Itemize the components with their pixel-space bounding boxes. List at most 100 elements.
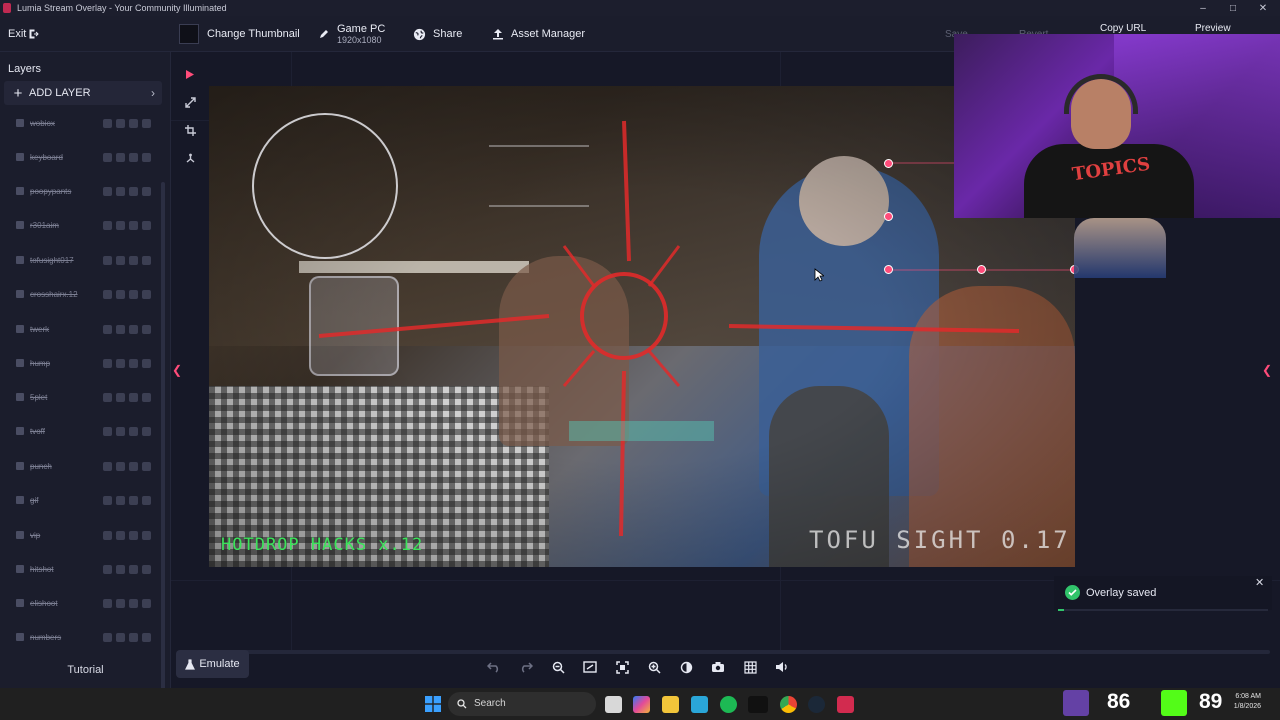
tutorial-link[interactable]: Tutorial — [0, 664, 171, 676]
task-view-icon[interactable] — [605, 696, 622, 713]
delete-icon[interactable] — [142, 290, 151, 299]
camera-icon[interactable] — [702, 652, 734, 682]
twitch-icon[interactable] — [1063, 690, 1089, 716]
zoom-in-icon[interactable] — [638, 652, 670, 682]
steam-icon[interactable] — [808, 696, 825, 713]
layer-row[interactable]: twerk — [0, 314, 160, 344]
layers-scrollbar[interactable] — [161, 182, 165, 702]
overlay-character-image[interactable] — [1074, 218, 1166, 278]
delete-icon[interactable] — [142, 359, 151, 368]
duplicate-icon[interactable] — [129, 393, 138, 402]
lock-icon[interactable] — [116, 393, 125, 402]
layer-row[interactable]: 5plet — [0, 382, 160, 412]
duplicate-icon[interactable] — [129, 187, 138, 196]
visibility-icon[interactable] — [103, 221, 112, 230]
visibility-icon[interactable] — [103, 496, 112, 505]
delete-icon[interactable] — [142, 565, 151, 574]
layer-row[interactable]: r301aim — [0, 210, 160, 240]
lock-icon[interactable] — [116, 119, 125, 128]
duplicate-icon[interactable] — [129, 290, 138, 299]
visibility-icon[interactable] — [103, 187, 112, 196]
resize-handle[interactable] — [977, 265, 986, 274]
contrast-icon[interactable] — [670, 652, 702, 682]
delete-icon[interactable] — [142, 256, 151, 265]
lock-icon[interactable] — [116, 427, 125, 436]
taskbar-search[interactable]: Search — [448, 692, 596, 716]
delete-icon[interactable] — [142, 153, 151, 162]
volume-icon[interactable] — [766, 652, 798, 682]
duplicate-icon[interactable] — [129, 496, 138, 505]
visibility-icon[interactable] — [103, 325, 112, 334]
lock-icon[interactable] — [116, 325, 125, 334]
visibility-icon[interactable] — [103, 119, 112, 128]
duplicate-icon[interactable] — [129, 119, 138, 128]
duplicate-icon[interactable] — [129, 462, 138, 471]
visibility-icon[interactable] — [103, 427, 112, 436]
chrome-icon[interactable] — [780, 696, 797, 713]
delete-icon[interactable] — [142, 462, 151, 471]
delete-icon[interactable] — [142, 599, 151, 608]
layer-row[interactable]: hitshot — [0, 554, 160, 584]
add-layer-button[interactable]: + ADD LAYER › — [4, 81, 162, 105]
duplicate-icon[interactable] — [129, 325, 138, 334]
file-explorer-icon[interactable] — [662, 696, 679, 713]
lock-icon[interactable] — [116, 633, 125, 642]
duplicate-icon[interactable] — [129, 599, 138, 608]
delete-icon[interactable] — [142, 393, 151, 402]
resize-handle[interactable] — [884, 212, 893, 221]
lumia-taskbar-icon[interactable] — [837, 696, 854, 713]
close-window-icon[interactable]: ✕ — [1248, 0, 1278, 16]
duplicate-icon[interactable] — [129, 531, 138, 540]
layer-row[interactable]: tvoff — [0, 416, 160, 446]
crop-icon[interactable] — [181, 121, 199, 139]
delete-icon[interactable] — [142, 496, 151, 505]
notepad-icon[interactable] — [691, 696, 708, 713]
lock-icon[interactable] — [116, 153, 125, 162]
resize-handle[interactable] — [884, 159, 893, 168]
layer-row[interactable]: hump — [0, 348, 160, 378]
duplicate-icon[interactable] — [129, 153, 138, 162]
select-pointer-icon[interactable] — [181, 65, 199, 83]
delete-icon[interactable] — [142, 119, 151, 128]
redo-icon[interactable] — [510, 652, 542, 682]
windows-start-icon[interactable] — [425, 696, 441, 712]
asset-manager-button[interactable]: Asset Manager — [492, 16, 585, 52]
spotify-icon[interactable] — [720, 696, 737, 713]
visibility-icon[interactable] — [103, 565, 112, 574]
duplicate-icon[interactable] — [129, 221, 138, 230]
lock-icon[interactable] — [116, 187, 125, 196]
lock-icon[interactable] — [116, 359, 125, 368]
lock-icon[interactable] — [116, 462, 125, 471]
layer-row[interactable]: punch — [0, 451, 160, 481]
layer-row[interactable]: vip — [0, 520, 160, 550]
layer-row[interactable]: tofusight017 — [0, 245, 160, 275]
layer-row[interactable]: crosshairx.12 — [0, 279, 160, 309]
emulate-button[interactable]: Emulate — [176, 650, 249, 678]
duplicate-icon[interactable] — [129, 359, 138, 368]
lock-icon[interactable] — [116, 221, 125, 230]
visibility-icon[interactable] — [103, 531, 112, 540]
duplicate-icon[interactable] — [129, 633, 138, 642]
undo-icon[interactable] — [478, 652, 510, 682]
system-clock[interactable]: 6:08 AM 1/8/2026 — [1225, 692, 1261, 712]
webcam-feed[interactable]: TOPICS — [954, 34, 1280, 218]
layer-row[interactable]: numbers — [0, 622, 160, 652]
duplicate-icon[interactable] — [129, 565, 138, 574]
game-pc-button[interactable]: Game PC 1920x1080 — [318, 16, 385, 52]
lock-icon[interactable] — [116, 531, 125, 540]
share-button[interactable]: Share — [413, 16, 462, 52]
layer-row[interactable]: elishoot — [0, 588, 160, 618]
layer-row[interactable]: wobiox — [0, 112, 160, 138]
visibility-icon[interactable] — [103, 359, 112, 368]
lock-icon[interactable] — [116, 565, 125, 574]
visibility-icon[interactable] — [103, 153, 112, 162]
grid-icon[interactable] — [734, 652, 766, 682]
visibility-icon[interactable] — [103, 393, 112, 402]
fit-screen-icon[interactable] — [574, 652, 606, 682]
layer-row[interactable]: gif — [0, 485, 160, 515]
anchor-point-icon[interactable] — [181, 149, 199, 167]
change-thumbnail-button[interactable]: Change Thumbnail — [179, 16, 300, 52]
lock-icon[interactable] — [116, 290, 125, 299]
visibility-icon[interactable] — [103, 462, 112, 471]
layer-row[interactable]: keyboard — [0, 142, 160, 172]
